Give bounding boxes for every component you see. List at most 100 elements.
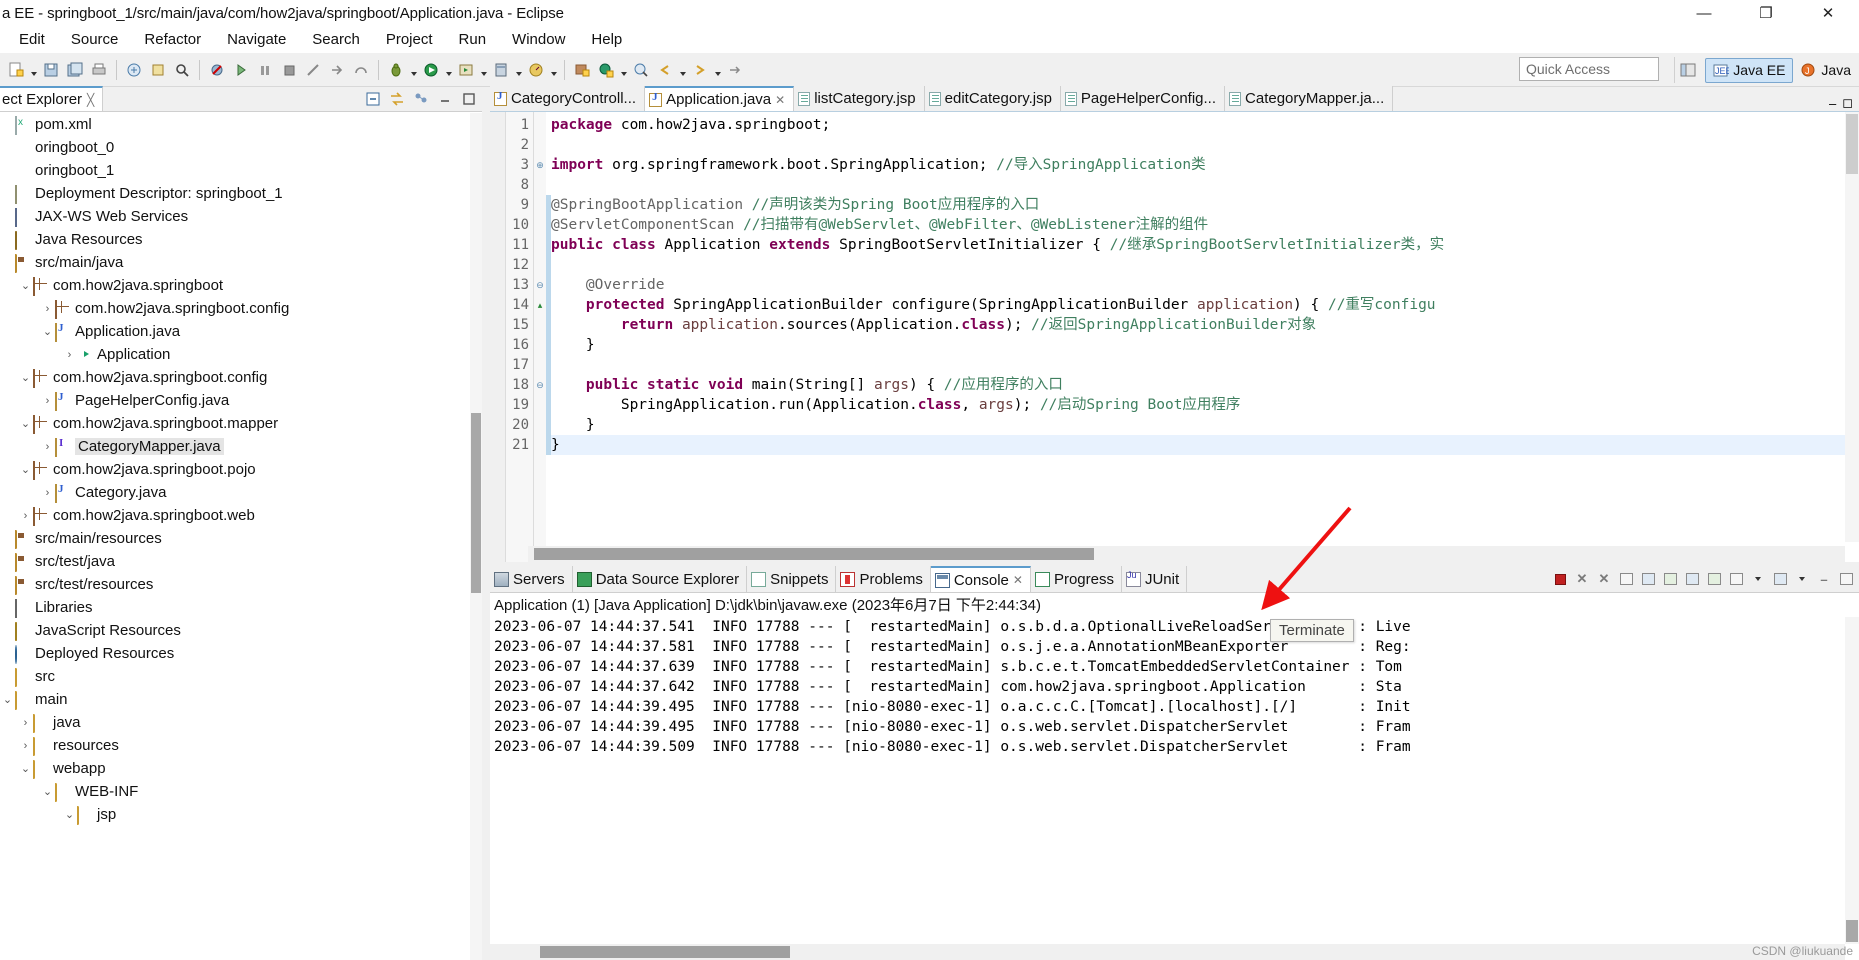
save-icon[interactable]	[40, 59, 62, 81]
explorer-scrollbar-thumb[interactable]	[471, 413, 481, 593]
search-icon[interactable]	[171, 59, 193, 81]
server-dropdown-arrow[interactable]	[513, 59, 524, 81]
editor-tab[interactable]: editCategory.jsp	[924, 86, 1061, 111]
tree-item[interactable]: › com.how2java.springboot.web	[0, 504, 470, 527]
folding-marker[interactable]	[534, 355, 546, 375]
minimize-console-button[interactable]: –	[1814, 569, 1834, 589]
server-icon[interactable]	[490, 59, 512, 81]
tree-item[interactable]: › java	[0, 711, 470, 734]
forward-dropdown-arrow[interactable]	[712, 59, 723, 81]
display-selected-console-button[interactable]	[1770, 569, 1790, 589]
tree-item[interactable]: src/test/java	[0, 550, 470, 573]
terminate-button[interactable]	[1550, 569, 1570, 589]
folding-marker[interactable]	[534, 235, 546, 255]
new-console-button[interactable]	[1726, 569, 1746, 589]
console-hscroll-thumb[interactable]	[540, 946, 790, 958]
pin-console-button[interactable]	[1704, 569, 1724, 589]
tree-item[interactable]: ⌄ WEB-INF	[0, 780, 470, 803]
minimize-button[interactable]: —	[1673, 0, 1735, 26]
maximize-console-button[interactable]	[1836, 569, 1856, 589]
minimize-view-icon[interactable]	[436, 90, 454, 108]
editor-tab[interactable]: Application.java✕	[645, 86, 795, 111]
tree-twisty-icon[interactable]: ›	[18, 740, 33, 752]
menu-source[interactable]: Source	[58, 29, 132, 50]
tree-item[interactable]: › CategoryMapper.java	[0, 435, 470, 458]
tree-twisty-icon[interactable]: ⌄	[0, 693, 15, 706]
tree-item[interactable]: src/main/java	[0, 251, 470, 274]
profile-icon[interactable]	[525, 59, 547, 81]
editor-vertical-scrollbar[interactable]	[1845, 112, 1859, 542]
editor-tab[interactable]: CategoryMapper.ja...	[1225, 86, 1394, 111]
perspective-java-ee[interactable]: JEE Java EE	[1705, 57, 1794, 83]
editor-horizontal-scrollbar[interactable]	[528, 546, 1845, 562]
explorer-scrollbar[interactable]	[470, 113, 482, 960]
disconnect-icon[interactable]	[302, 59, 324, 81]
console-tab[interactable]: Data Source Explorer	[573, 566, 748, 592]
menu-window[interactable]: Window	[499, 29, 578, 50]
tree-item[interactable]: pom.xml	[0, 113, 470, 136]
console-tab[interactable]: Servers	[490, 566, 573, 592]
tree-twisty-icon[interactable]: ⌄	[40, 785, 55, 798]
console-tab[interactable]: Progress	[1031, 566, 1122, 592]
tab-project-explorer[interactable]: ect Explorer ╳	[0, 86, 104, 111]
console-tab[interactable]: Problems	[836, 566, 931, 592]
vertical-sash[interactable]	[482, 87, 490, 960]
tree-item[interactable]: src/test/resources	[0, 573, 470, 596]
folding-marker[interactable]	[534, 395, 546, 415]
scroll-lock-button[interactable]	[1638, 569, 1658, 589]
perspective-java[interactable]: J Java	[1793, 58, 1859, 83]
console-horizontal-scrollbar[interactable]	[490, 944, 1845, 960]
stop-icon[interactable]	[278, 59, 300, 81]
tree-twisty-icon[interactable]: ›	[40, 395, 55, 407]
tree-item[interactable]: ⌄ com.how2java.springboot.config	[0, 366, 470, 389]
tree-item[interactable]: ⌄ com.how2java.springboot.mapper	[0, 412, 470, 435]
new-icon[interactable]	[5, 59, 27, 81]
tree-item[interactable]: › com.how2java.springboot.config	[0, 297, 470, 320]
menu-run[interactable]: Run	[446, 29, 500, 50]
folding-marker[interactable]	[534, 435, 546, 455]
folding-ruler[interactable]: ⊕ ⊖ ▴ ⊖	[534, 112, 546, 562]
run-external-arrow[interactable]	[478, 59, 489, 81]
tree-item[interactable]: ⌄ com.how2java.springboot.pojo	[0, 458, 470, 481]
tree-item[interactable]: Deployed Resources	[0, 642, 470, 665]
print-icon[interactable]	[88, 59, 110, 81]
console-tab[interactable]: JUnit	[1122, 566, 1188, 592]
tree-item[interactable]: ⌄ webapp	[0, 757, 470, 780]
tree-item[interactable]: JavaScript Resources	[0, 619, 470, 642]
show-console-on-error-button[interactable]	[1682, 569, 1702, 589]
last-edit-icon[interactable]	[724, 59, 746, 81]
tree-twisty-icon[interactable]: ⌄	[18, 463, 33, 476]
menu-help[interactable]: Help	[578, 29, 635, 50]
build-icon[interactable]	[123, 59, 145, 81]
new-console-dropdown[interactable]	[1748, 569, 1768, 589]
maximize-view-icon[interactable]	[460, 90, 478, 108]
tree-twisty-icon[interactable]: ⌄	[40, 325, 55, 338]
tree-item[interactable]: JAX-WS Web Services	[0, 205, 470, 228]
forward-icon[interactable]	[689, 59, 711, 81]
folding-marker[interactable]	[534, 415, 546, 435]
tree-twisty-icon[interactable]: ›	[62, 349, 77, 361]
tree-twisty-icon[interactable]: ⌄	[18, 371, 33, 384]
tree-item[interactable]: › Category.java	[0, 481, 470, 504]
minimize-editor-icon[interactable]: –	[1829, 96, 1836, 111]
new-java-class-icon[interactable]	[595, 59, 617, 81]
run-external-icon[interactable]	[455, 59, 477, 81]
tree-twisty-icon[interactable]: ⌄	[18, 417, 33, 430]
console-output[interactable]: 2023-06-07 14:44:37.541 INFO 17788 --- […	[490, 617, 1845, 944]
tree-item[interactable]: src	[0, 665, 470, 688]
maximize-editor-icon[interactable]: ◻	[1842, 95, 1853, 111]
editor-hscroll-thumb[interactable]	[534, 548, 1094, 560]
menu-refactor[interactable]: Refactor	[131, 29, 214, 50]
close-icon[interactable]: ╳	[87, 93, 94, 107]
folding-marker[interactable]: ⊕	[534, 155, 546, 175]
profile-dropdown-arrow[interactable]	[548, 59, 559, 81]
toggle-mark-icon[interactable]	[147, 59, 169, 81]
folding-marker[interactable]	[534, 175, 546, 195]
marker-gutter[interactable]	[490, 112, 506, 562]
new-dropdown-arrow[interactable]	[28, 59, 39, 81]
folding-marker[interactable]: ⊖	[534, 275, 546, 295]
step-over-icon[interactable]	[350, 59, 372, 81]
tree-item[interactable]: Libraries	[0, 596, 470, 619]
step-icon[interactable]	[326, 59, 348, 81]
resume-icon[interactable]	[230, 59, 252, 81]
